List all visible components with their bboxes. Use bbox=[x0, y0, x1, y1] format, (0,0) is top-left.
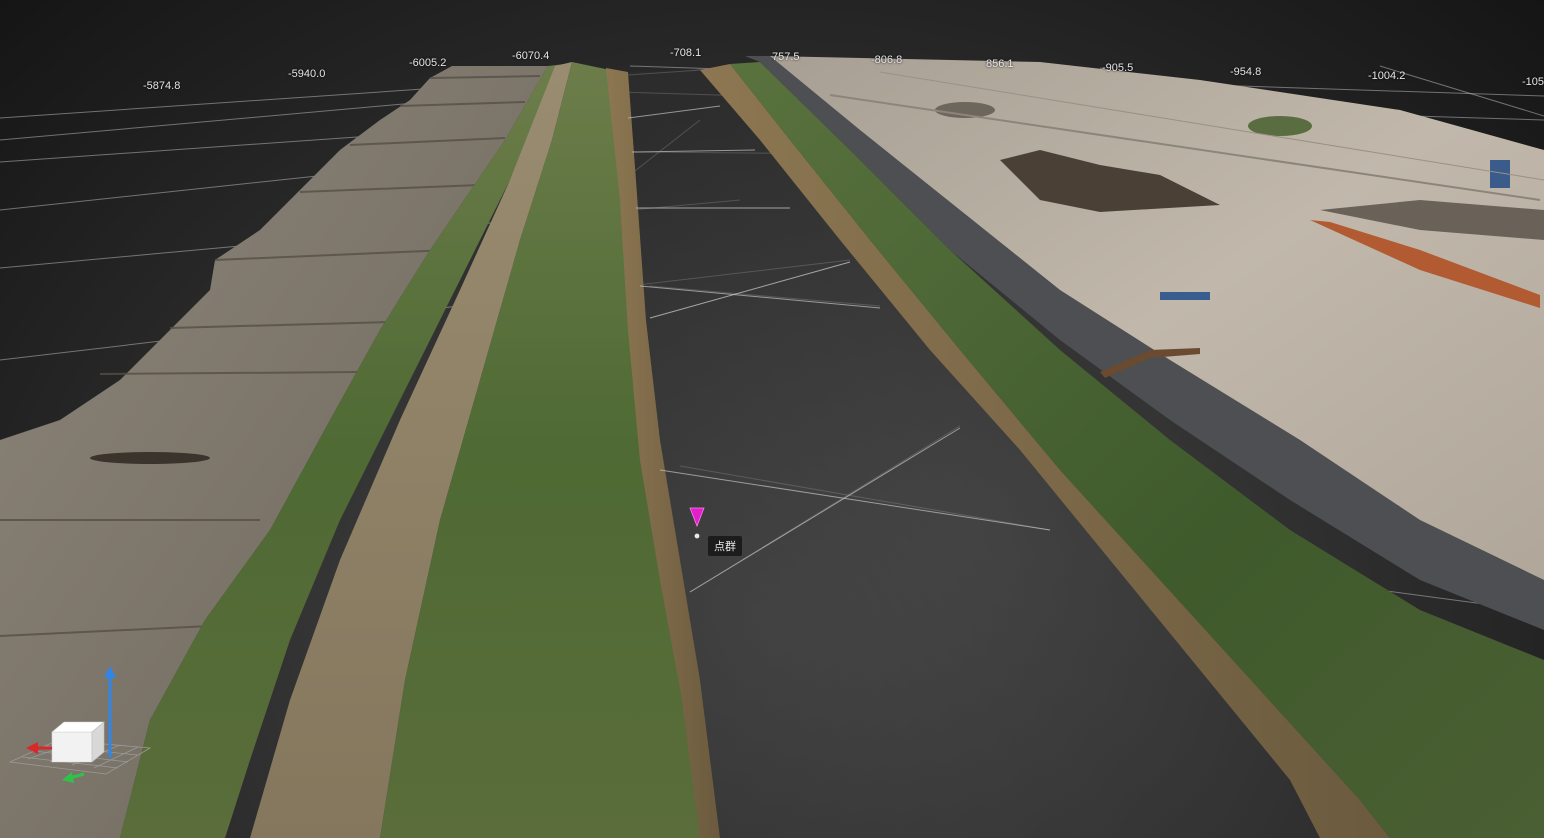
point-marker-pin-icon[interactable] bbox=[688, 506, 706, 540]
point-marker-label: 点群 bbox=[708, 536, 742, 556]
axis-label: -954.8 bbox=[1230, 66, 1262, 78]
axis-label: -6005.2 bbox=[409, 57, 447, 69]
axis-label: -1004.2 bbox=[1368, 70, 1406, 82]
axis-label: -6070.4 bbox=[512, 50, 550, 62]
axis-label: -905.5 bbox=[1102, 62, 1134, 74]
gizmo-y-axis-arrow-icon[interactable] bbox=[62, 772, 85, 783]
axis-label: -105 bbox=[1522, 76, 1544, 88]
axis-label: 757.5 bbox=[772, 51, 800, 63]
gizmo-cube[interactable] bbox=[51, 721, 105, 763]
axis-label: -806.8 bbox=[871, 54, 903, 66]
axis-label: -5874.8 bbox=[143, 80, 181, 92]
point-cloud-viewport[interactable]: -5874.8 -5940.0 -6005.2 -6070.4 -708.1 7… bbox=[0, 0, 1544, 838]
axis-label: -5940.0 bbox=[288, 68, 326, 80]
point-cloud-scene bbox=[0, 56, 1544, 838]
orientation-gizmo[interactable] bbox=[8, 662, 158, 792]
axis-label: 856.1 bbox=[986, 58, 1014, 70]
axis-label: -708.1 bbox=[670, 47, 702, 59]
